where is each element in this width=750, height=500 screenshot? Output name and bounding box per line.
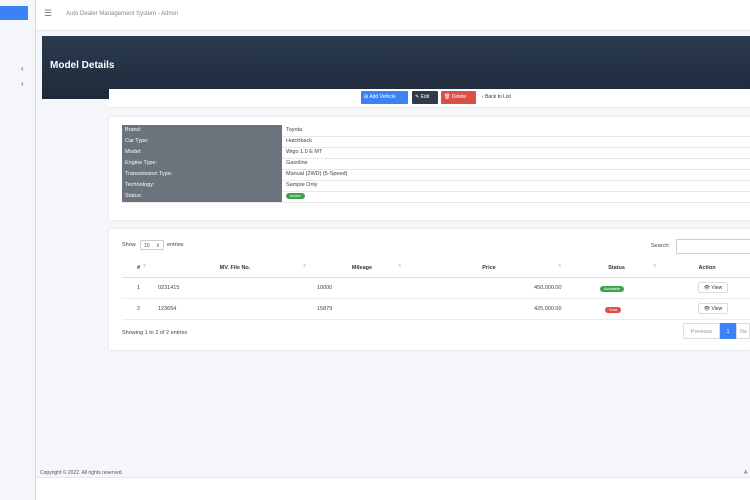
footer — [36, 477, 750, 500]
th-num[interactable]: # — [122, 260, 155, 278]
th-file-no[interactable]: MV. File No. — [155, 260, 315, 278]
status-badge: Sold — [605, 307, 622, 313]
entries-length-select[interactable]: 10 ⇕ — [140, 240, 164, 250]
page-1-button[interactable]: 1 — [720, 323, 736, 339]
footer-copyright: Copyright © 2022. All rights reserved. — [40, 470, 123, 476]
edit-button[interactable]: ✎ Edit — [412, 91, 438, 104]
detail-row-status: Status: Active — [122, 191, 750, 203]
entries-label: entries — [167, 242, 184, 248]
row-divider — [122, 319, 750, 320]
th-price[interactable]: Price — [409, 260, 569, 278]
status-badge: Active — [286, 193, 305, 199]
back-to-list-button[interactable]: ‹ Back to List — [479, 91, 521, 104]
next-page-button[interactable]: Ne — [736, 323, 750, 339]
th-status[interactable]: Status — [569, 260, 664, 278]
sort-icon: ⇅ — [398, 263, 402, 268]
sort-icon: ⇅ — [558, 263, 562, 268]
menu-icon[interactable]: ☰ — [44, 8, 52, 19]
previous-page-button[interactable]: Previous — [683, 323, 720, 339]
sidebar-brand[interactable] — [0, 6, 28, 20]
row-divider — [122, 298, 750, 299]
eye-icon: 👁 — [703, 306, 712, 312]
search-input[interactable] — [676, 239, 750, 254]
sort-icon: ⇅ — [143, 263, 147, 268]
status-badge: Available — [600, 286, 625, 292]
show-label: Show — [122, 242, 136, 248]
chevron-left-icon[interactable]: ‹ — [21, 64, 24, 73]
footer-version: A — [744, 470, 748, 476]
table-info: Showing 1 to 2 of 2 entries — [122, 330, 188, 336]
sort-icon: ⇅ — [303, 263, 307, 268]
th-mileage[interactable]: Mileage — [315, 260, 409, 278]
app-title: Auto Dealer Management System - Admin — [66, 11, 179, 17]
delete-button[interactable]: 🗑 Delete — [441, 91, 476, 104]
trash-icon: 🗑 — [444, 94, 452, 100]
eye-icon: 👁 — [703, 285, 712, 291]
th-action[interactable]: Action — [664, 260, 750, 278]
page-title: Model Details — [50, 60, 115, 71]
view-button[interactable]: 👁 View — [698, 282, 728, 293]
chevron-updown-icon: ⇕ — [155, 243, 160, 249]
chevron-left-icon[interactable]: ‹ — [21, 79, 24, 88]
view-button[interactable]: 👁 View — [698, 303, 728, 314]
sort-icon: ⇅ — [653, 263, 657, 268]
top-navbar: ☰ Auto Dealer Management System - Admin — [36, 0, 750, 31]
sidebar: ‹ ‹ — [0, 0, 36, 500]
add-vehicle-button[interactable]: ⊞ Add Vehicle — [361, 91, 408, 104]
search-label: Search: — [651, 243, 670, 249]
